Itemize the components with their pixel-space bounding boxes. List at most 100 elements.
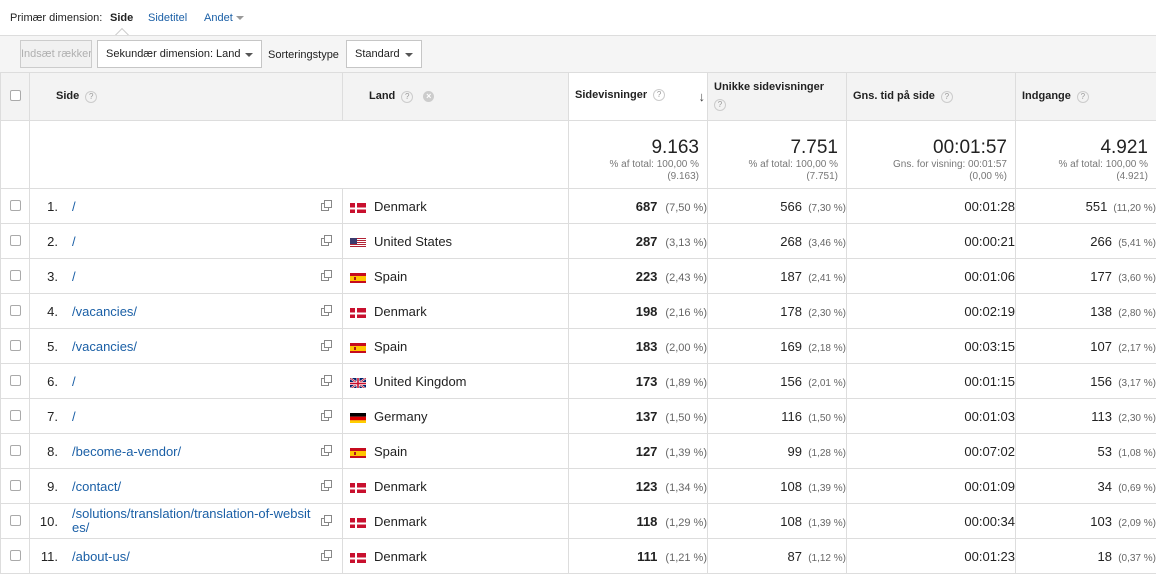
- country-name[interactable]: Denmark: [374, 549, 427, 564]
- external-link-icon[interactable]: [321, 410, 332, 421]
- arrow-down-icon[interactable]: ↓: [699, 89, 706, 104]
- country-name[interactable]: Spain: [374, 339, 407, 354]
- column-header-avg-time[interactable]: Gns. tid på side?: [846, 72, 1016, 121]
- page-link[interactable]: /become-a-vendor/: [72, 444, 181, 459]
- pageviews-value: 173: [635, 373, 658, 389]
- page-cell: 2. /: [29, 223, 343, 259]
- row-checkbox[interactable]: [9, 479, 21, 491]
- question-circle-icon[interactable]: ?: [714, 99, 726, 111]
- page-link[interactable]: /solutions/translation/translation-of-we…: [72, 507, 317, 535]
- chevron-down-icon: [405, 53, 413, 57]
- flag-dk-icon: [350, 517, 366, 528]
- primary-dimension-andet[interactable]: Andet: [204, 12, 244, 24]
- page-cell: 9. /contact/: [29, 468, 343, 504]
- column-label: Indgange: [1022, 90, 1071, 103]
- page-link[interactable]: /: [72, 234, 76, 249]
- entrances-percent: (2,17 %): [1118, 342, 1156, 354]
- external-link-icon[interactable]: [321, 270, 332, 281]
- question-circle-icon[interactable]: ?: [653, 89, 666, 102]
- pageviews-value: 127: [635, 443, 658, 459]
- row-checkbox[interactable]: [9, 339, 21, 351]
- page-link[interactable]: /: [72, 269, 76, 284]
- primary-dimension-side[interactable]: Side: [110, 12, 133, 24]
- avg-time-cell: 00:07:02: [846, 433, 1016, 469]
- total-entrances: 4.921 % af total: 100,00 % (4.921): [1015, 120, 1156, 189]
- row-checkbox[interactable]: [9, 304, 21, 316]
- row-checkbox[interactable]: [9, 199, 21, 211]
- column-header-country[interactable]: Land? ×: [342, 72, 569, 121]
- total-value: 9.163: [651, 136, 699, 158]
- row-checkbox[interactable]: [9, 444, 21, 456]
- sort-type-select[interactable]: Standard: [346, 40, 422, 68]
- flag-dk-icon: [350, 307, 366, 318]
- unique-cell: 178 (2,30 %): [707, 293, 847, 329]
- external-link-icon[interactable]: [321, 235, 332, 246]
- page-link[interactable]: /vacancies/: [72, 304, 137, 319]
- avg-time-cell: 00:01:15: [846, 363, 1016, 399]
- external-link-icon[interactable]: [321, 480, 332, 491]
- external-link-icon[interactable]: [321, 375, 332, 386]
- table-row: 6. / United Kingdom 173 (1,89 %) 156 (2,01…: [0, 363, 1156, 399]
- country-name[interactable]: Denmark: [374, 514, 427, 529]
- column-header-entrances[interactable]: Indgange?: [1015, 72, 1156, 121]
- country-name[interactable]: Spain: [374, 444, 407, 459]
- page-link[interactable]: /vacancies/: [72, 339, 137, 354]
- page-link[interactable]: /: [72, 199, 76, 214]
- external-link-icon[interactable]: [321, 515, 332, 526]
- page-link[interactable]: /: [72, 374, 76, 389]
- question-circle-icon[interactable]: ?: [85, 90, 98, 103]
- row-checkbox[interactable]: [9, 234, 21, 246]
- page-link[interactable]: /about-us/: [72, 549, 130, 564]
- row-checkbox[interactable]: [9, 409, 21, 421]
- row-checkbox[interactable]: [9, 269, 21, 281]
- row-checkbox[interactable]: [9, 549, 21, 561]
- country-name[interactable]: Germany: [374, 409, 427, 424]
- row-number: 6.: [47, 373, 58, 389]
- external-link-icon[interactable]: [321, 550, 332, 561]
- country-cell: Denmark: [342, 503, 569, 539]
- entrances-value: 156: [1090, 373, 1112, 389]
- country-name[interactable]: United Kingdom: [374, 374, 467, 389]
- external-link-icon[interactable]: [321, 200, 332, 211]
- column-header-pageviews[interactable]: Sidevisninger? ↓: [568, 72, 708, 121]
- row-select-cell: [0, 258, 30, 294]
- country-name[interactable]: Denmark: [374, 199, 427, 214]
- select-all-checkbox[interactable]: [9, 89, 21, 101]
- column-header-page[interactable]: Side?: [29, 72, 343, 121]
- question-circle-icon[interactable]: ?: [401, 90, 414, 103]
- row-number: 5.: [47, 338, 58, 354]
- entrances-value: 18: [1097, 548, 1112, 564]
- close-circle-icon[interactable]: ×: [423, 91, 435, 103]
- pageviews-value: 198: [635, 303, 658, 319]
- total-note: (9.163): [667, 170, 699, 182]
- page-link[interactable]: /contact/: [72, 479, 121, 494]
- country-name[interactable]: Denmark: [374, 304, 427, 319]
- question-circle-icon[interactable]: ?: [1076, 90, 1089, 103]
- andet-label: Andet: [204, 12, 233, 24]
- totals-spacer: [0, 120, 30, 189]
- row-select-cell: [0, 503, 30, 539]
- country-name[interactable]: Spain: [374, 269, 407, 284]
- entrances-percent: (3,60 %): [1118, 272, 1156, 284]
- row-checkbox[interactable]: [9, 374, 21, 386]
- primary-dimension-sidetitel[interactable]: Sidetitel: [148, 12, 187, 24]
- column-header-unique[interactable]: Unikke sidevisninger?: [707, 72, 847, 121]
- avg-time-cell: 00:03:15: [846, 328, 1016, 364]
- total-value: 00:01:57: [933, 136, 1007, 158]
- external-link-icon[interactable]: [321, 445, 332, 456]
- page-link[interactable]: /: [72, 409, 76, 424]
- external-link-icon[interactable]: [321, 340, 332, 351]
- table-row: 8. /become-a-vendor/ Spain 127 (1,39 %) 9…: [0, 433, 1156, 469]
- row-select-cell: [0, 293, 30, 329]
- total-avg-time: 00:01:57 Gns. for visning: 00:01:57 (0,0…: [846, 120, 1016, 189]
- question-circle-icon[interactable]: ?: [940, 90, 953, 103]
- unique-percent: (2,41 %): [808, 272, 846, 284]
- pageviews-value: 123: [635, 478, 658, 494]
- secondary-dimension-select[interactable]: Sekundær dimension: Land: [97, 40, 262, 68]
- row-select-cell: [0, 468, 30, 504]
- insert-rows-button[interactable]: Indsæt rækker: [20, 40, 92, 68]
- country-name[interactable]: United States: [374, 234, 452, 249]
- external-link-icon[interactable]: [321, 305, 332, 316]
- country-name[interactable]: Denmark: [374, 479, 427, 494]
- row-checkbox[interactable]: [9, 514, 21, 526]
